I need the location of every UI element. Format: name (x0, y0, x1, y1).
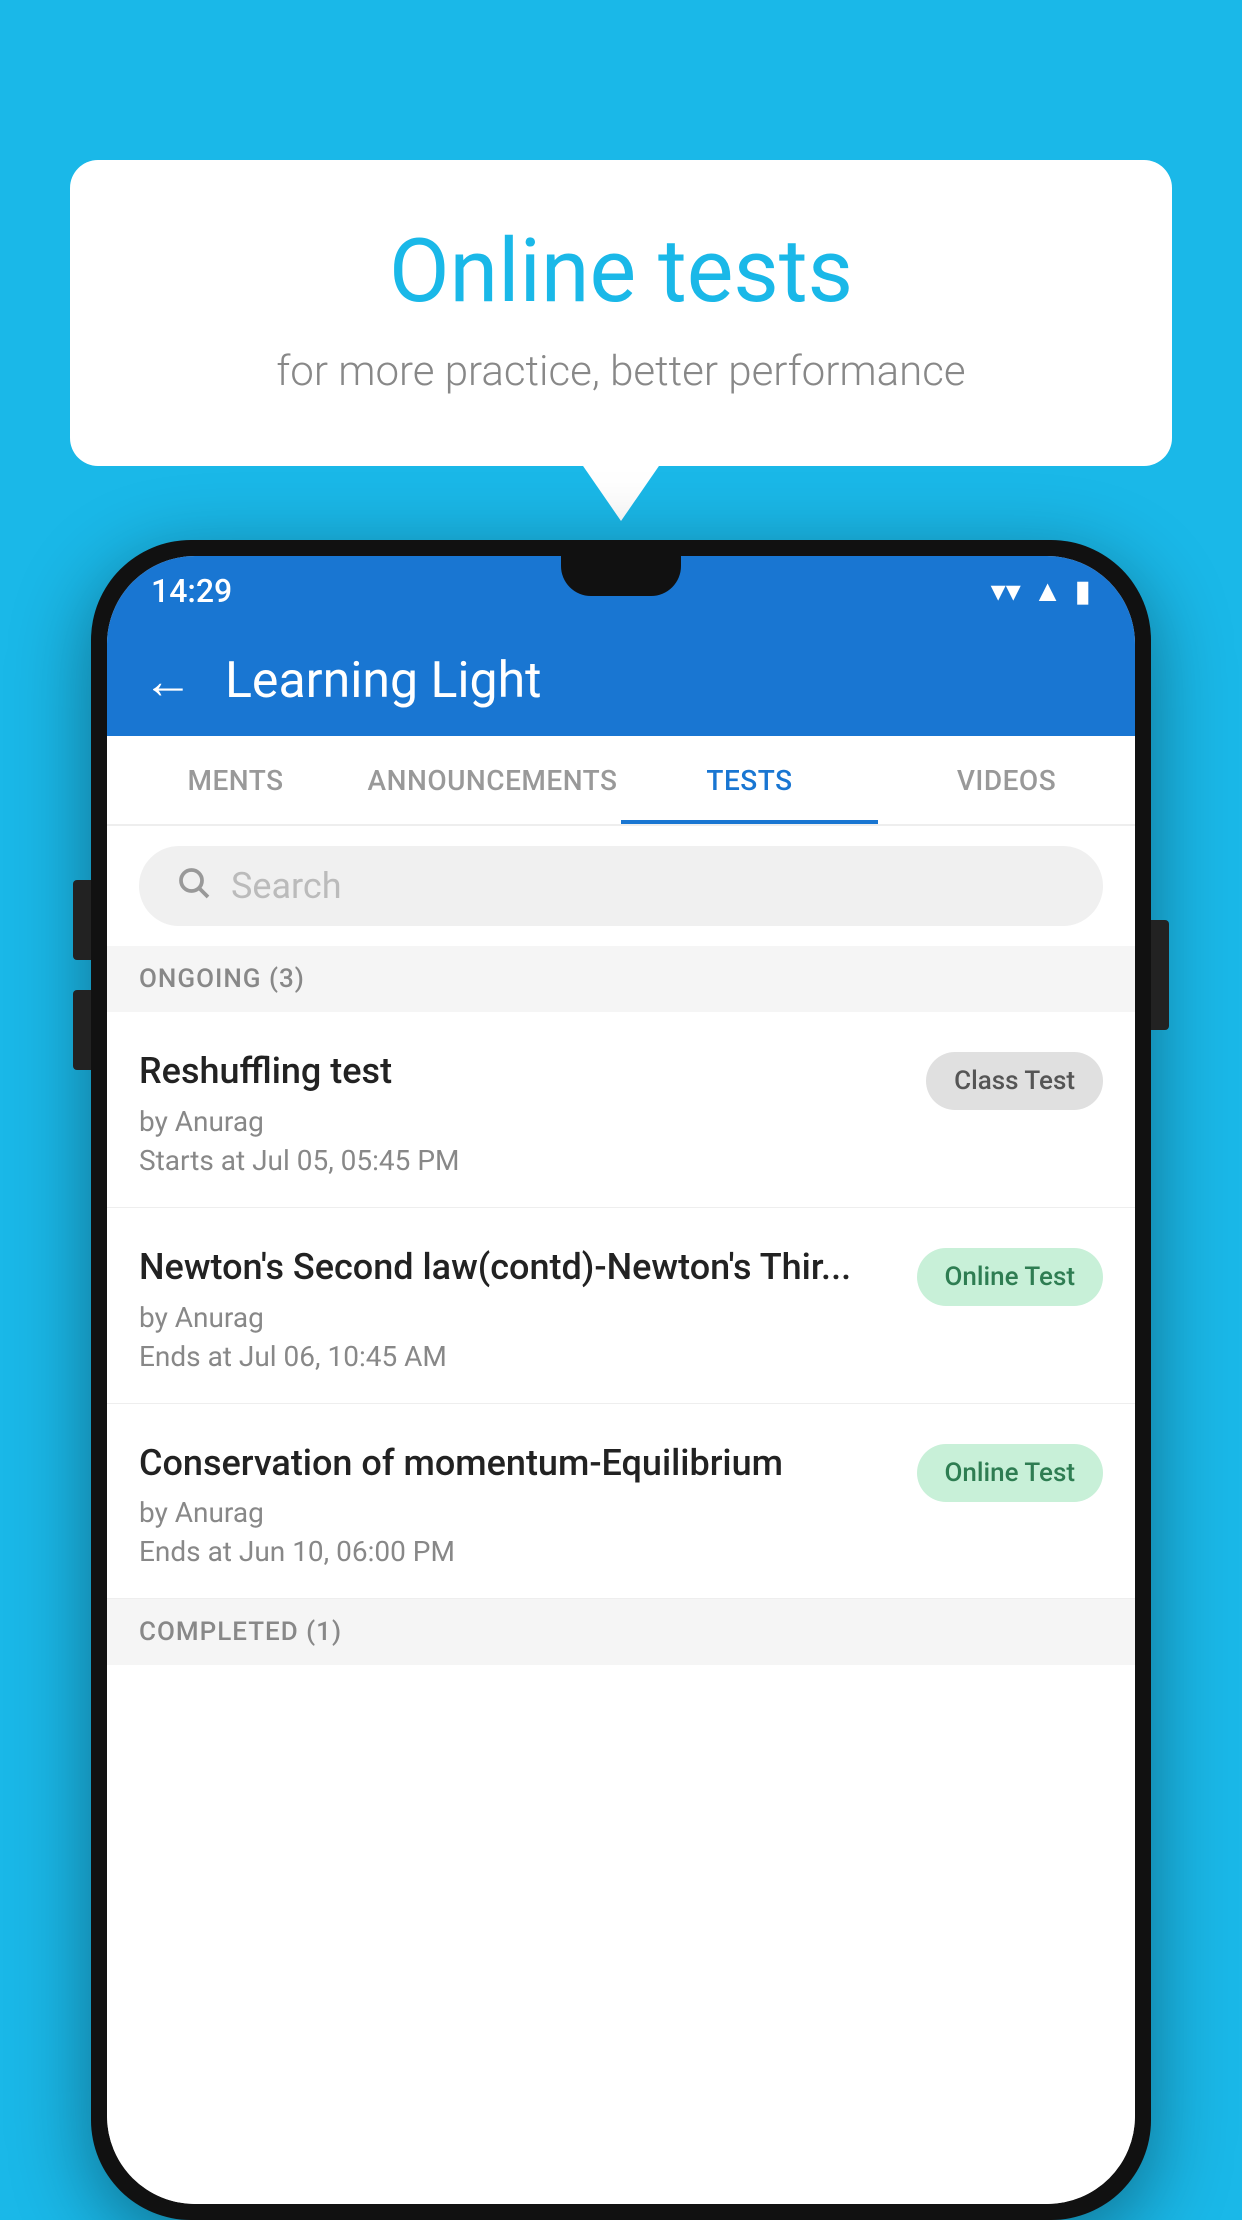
test-date-conservation: Ends at Jun 10, 06:00 PM (139, 1535, 893, 1568)
phone-mockup: 14:29 ▾▾ ▲ ▮ ← Learning Light MENTS ANNO… (91, 540, 1151, 2220)
search-container: Search (107, 826, 1135, 946)
test-info-reshuffling: Reshuffling test by Anurag Starts at Jul… (139, 1048, 902, 1177)
test-author-reshuffling: by Anurag (139, 1105, 902, 1138)
test-info-newton: Newton's Second law(contd)-Newton's Thir… (139, 1244, 893, 1373)
volume-down-button (73, 990, 91, 1070)
status-time: 14:29 (151, 572, 232, 610)
tab-videos[interactable]: VIDEOS (878, 736, 1135, 824)
test-item-reshuffling[interactable]: Reshuffling test by Anurag Starts at Jul… (107, 1012, 1135, 1208)
battery-icon: ▮ (1074, 574, 1091, 609)
test-badge-newton: Online Test (917, 1248, 1104, 1306)
search-placeholder: Search (231, 865, 342, 907)
test-author-newton: by Anurag (139, 1301, 893, 1334)
test-item-conservation[interactable]: Conservation of momentum-Equilibrium by … (107, 1404, 1135, 1600)
test-author-conservation: by Anurag (139, 1496, 893, 1529)
phone-screen: 14:29 ▾▾ ▲ ▮ ← Learning Light MENTS ANNO… (107, 556, 1135, 2204)
phone-notch (561, 556, 681, 596)
signal-icon: ▲ (1033, 574, 1063, 609)
tab-ments[interactable]: MENTS (107, 736, 364, 824)
section-completed-header: COMPLETED (1) (107, 1599, 1135, 1665)
test-title-newton: Newton's Second law(contd)-Newton's Thir… (139, 1244, 893, 1291)
back-button[interactable]: ← (143, 652, 193, 711)
app-title: Learning Light (225, 652, 542, 710)
power-button (1151, 920, 1169, 1030)
speech-bubble-subtitle: for more practice, better performance (150, 347, 1092, 396)
speech-bubble-title: Online tests (150, 220, 1092, 323)
test-list: Reshuffling test by Anurag Starts at Jul… (107, 1012, 1135, 2204)
test-badge-reshuffling: Class Test (926, 1052, 1103, 1110)
test-date-reshuffling: Starts at Jul 05, 05:45 PM (139, 1144, 902, 1177)
test-date-newton: Ends at Jul 06, 10:45 AM (139, 1340, 893, 1373)
status-icons: ▾▾ ▲ ▮ (991, 574, 1091, 609)
tabs-bar: MENTS ANNOUNCEMENTS TESTS VIDEOS (107, 736, 1135, 826)
volume-up-button (73, 880, 91, 960)
wifi-icon: ▾▾ (991, 574, 1021, 609)
test-title-conservation: Conservation of momentum-Equilibrium (139, 1440, 893, 1487)
section-ongoing-header: ONGOING (3) (107, 946, 1135, 1012)
test-title-reshuffling: Reshuffling test (139, 1048, 902, 1095)
app-header: ← Learning Light (107, 626, 1135, 736)
speech-bubble: Online tests for more practice, better p… (70, 160, 1172, 466)
test-badge-conservation: Online Test (917, 1444, 1104, 1502)
test-info-conservation: Conservation of momentum-Equilibrium by … (139, 1440, 893, 1569)
search-bar[interactable]: Search (139, 846, 1103, 926)
tab-tests[interactable]: TESTS (621, 736, 878, 824)
test-item-newton[interactable]: Newton's Second law(contd)-Newton's Thir… (107, 1208, 1135, 1404)
tab-announcements[interactable]: ANNOUNCEMENTS (364, 736, 621, 824)
search-icon (175, 863, 211, 910)
